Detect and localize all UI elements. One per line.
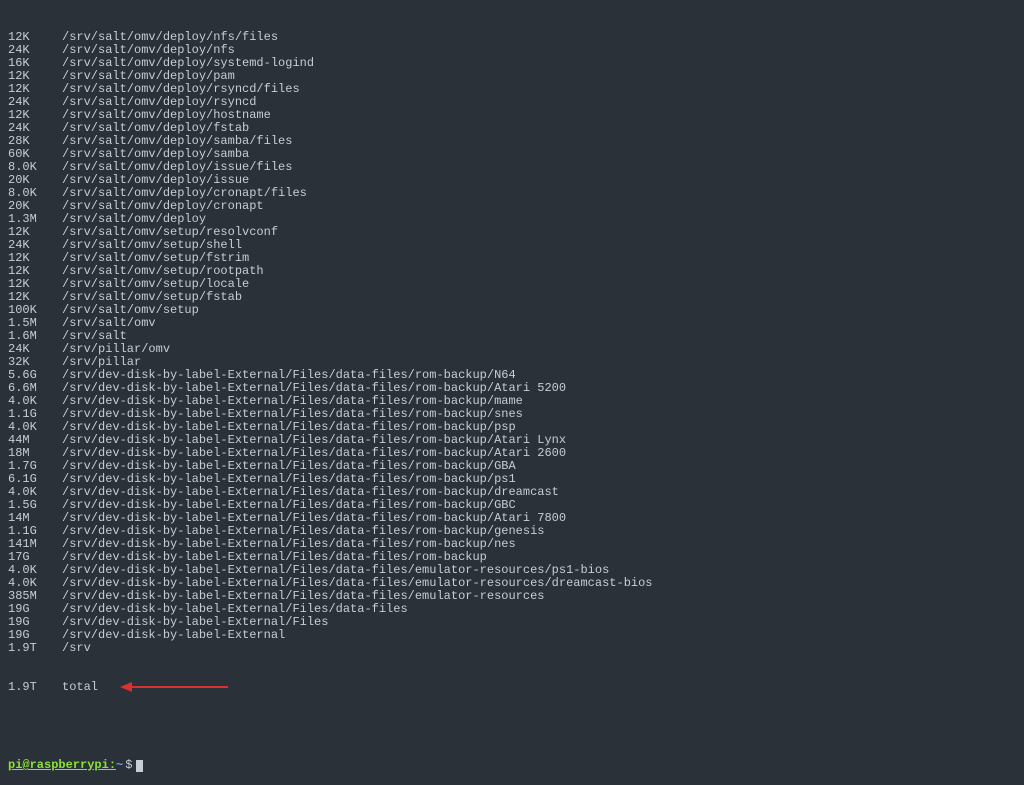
arrow-line	[128, 686, 228, 688]
path-value: /srv	[62, 642, 91, 655]
annotation-arrow	[118, 681, 238, 733]
prompt-colon: :	[109, 759, 116, 772]
output-line: 1.9T/srv	[8, 642, 1016, 655]
total-line: 1.9T total	[8, 681, 1016, 733]
prompt-path: ~	[116, 759, 123, 772]
cursor-icon	[136, 760, 143, 772]
shell-prompt[interactable]: pi@raspberrypi:~ $	[8, 759, 1016, 772]
total-size: 1.9T	[8, 681, 62, 733]
size-value: 1.9T	[8, 642, 62, 655]
terminal-output[interactable]: 12K/srv/salt/omv/deploy/nfs/files24K/srv…	[8, 5, 1016, 785]
prompt-symbol: $	[125, 759, 132, 772]
prompt-user-host: pi@raspberrypi	[8, 759, 109, 772]
output-line: 24K/srv/pillar/omv	[8, 343, 1016, 356]
output-line: 19G/srv/dev-disk-by-label-External	[8, 629, 1016, 642]
output-line: 1.5M/srv/salt/omv	[8, 317, 1016, 330]
path-value: /srv/dev-disk-by-label-External	[62, 629, 285, 642]
total-label: total	[62, 681, 98, 733]
output-line: 100K/srv/salt/omv/setup	[8, 304, 1016, 317]
